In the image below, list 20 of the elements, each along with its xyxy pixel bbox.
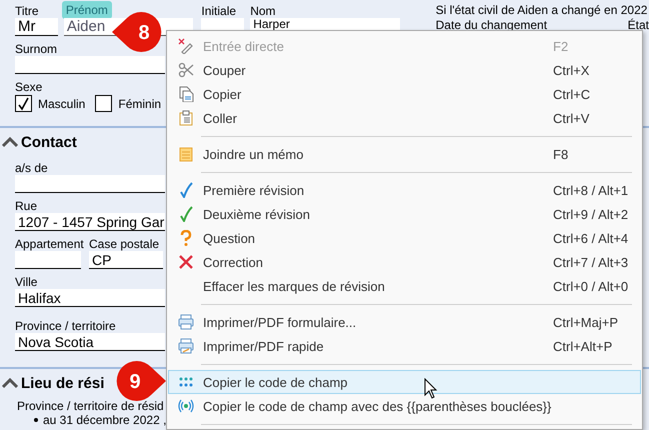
field-label: Province / territoire <box>15 319 117 333</box>
field-label: Rue <box>15 199 38 213</box>
civil-status-note: Si l'état civil de Aiden a changé en 2022 <box>436 4 648 16</box>
section-title: Contact <box>21 134 77 150</box>
field-label: Titre <box>15 4 40 18</box>
field-label: Prénom <box>62 1 112 19</box>
checkbox-label: Féminin <box>118 96 162 110</box>
field-label: Surnom <box>15 42 58 56</box>
list-item: au 31 décembre 2022 , <box>43 413 166 427</box>
field-label: a/s de <box>15 161 49 175</box>
field-label: Case postale <box>89 237 160 251</box>
field-label: Initiale <box>201 4 238 18</box>
field-label: Nom <box>250 4 277 18</box>
section-title: Lieu de rési <box>21 374 104 392</box>
field-label: Sexe <box>15 80 42 94</box>
checkbox-label: Masculin <box>38 96 86 110</box>
column-header: État <box>628 18 649 32</box>
column-header: Date du changement <box>436 18 548 32</box>
section-text: Province / territoire de résid <box>17 399 164 413</box>
field-label: Ville <box>15 275 38 289</box>
